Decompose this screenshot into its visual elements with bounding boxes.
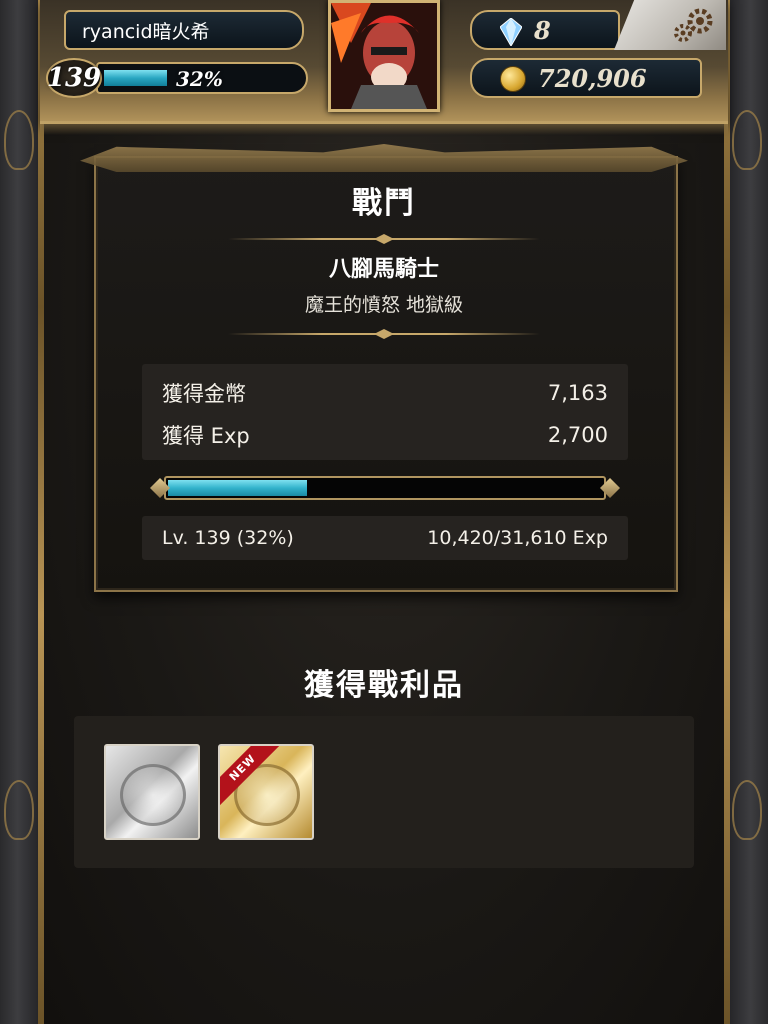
avatar-portrait xyxy=(331,3,437,109)
silver-medal-icon xyxy=(120,764,186,826)
level-label: Lv. 139 (32%) xyxy=(162,527,294,549)
header-exp-bar: 32% xyxy=(96,62,308,94)
header-exp-percent: 32% xyxy=(176,67,223,91)
left-ornament xyxy=(4,110,34,170)
right-ornament-lower xyxy=(732,780,762,840)
gem-icon xyxy=(500,18,522,46)
gem-counter: 8 xyxy=(470,10,620,50)
gold-counter: 720,906 xyxy=(470,58,702,98)
divider-bottom xyxy=(228,329,540,339)
reward-gold-row: 獲得金幣 7,163 xyxy=(162,378,608,408)
player-level-badge: 139 xyxy=(46,58,102,98)
progress-rail xyxy=(164,476,606,500)
exp-total: 10,420/31,610 Exp xyxy=(427,527,608,549)
stage-name: 魔王的憤怒 地獄級 xyxy=(304,294,464,316)
gears-icon xyxy=(674,8,713,42)
loot-title: 獲得戰利品 xyxy=(304,668,464,703)
battle-title: 戰鬥 xyxy=(352,186,416,221)
loot-item-silver-medal[interactable] xyxy=(104,744,200,840)
left-frame xyxy=(0,0,44,1024)
reward-exp-value: 2,700 xyxy=(547,423,608,447)
gold-count: 720,906 xyxy=(538,63,647,93)
player-avatar[interactable] xyxy=(328,0,440,112)
player-level: 139 xyxy=(46,63,102,93)
level-progress-bar xyxy=(150,474,620,502)
progress-fill xyxy=(168,480,307,496)
divider-top xyxy=(228,234,540,244)
player-name: ryancid暗火希 xyxy=(82,20,210,43)
header-exp-fill xyxy=(104,70,167,86)
right-ornament xyxy=(732,110,762,170)
reward-exp-label: 獲得 Exp xyxy=(162,424,250,448)
loot-item-gold-medal[interactable]: NEW xyxy=(218,744,314,840)
reward-gold-value: 7,163 xyxy=(547,381,608,405)
player-name-plate: ryancid暗火希 xyxy=(64,10,304,50)
right-frame xyxy=(724,0,768,1024)
level-info: Lv. 139 (32%) 10,420/31,610 Exp xyxy=(142,516,628,560)
reward-summary: 獲得金幣 7,163 獲得 Exp 2,700 xyxy=(142,364,628,460)
coin-icon xyxy=(500,66,526,92)
reward-gold-label: 獲得金幣 xyxy=(162,382,246,406)
reward-exp-row: 獲得 Exp 2,700 xyxy=(162,420,608,450)
boss-name: 八腳馬騎士 xyxy=(328,257,439,282)
gem-count: 8 xyxy=(534,15,551,45)
left-ornament-lower xyxy=(4,780,34,840)
